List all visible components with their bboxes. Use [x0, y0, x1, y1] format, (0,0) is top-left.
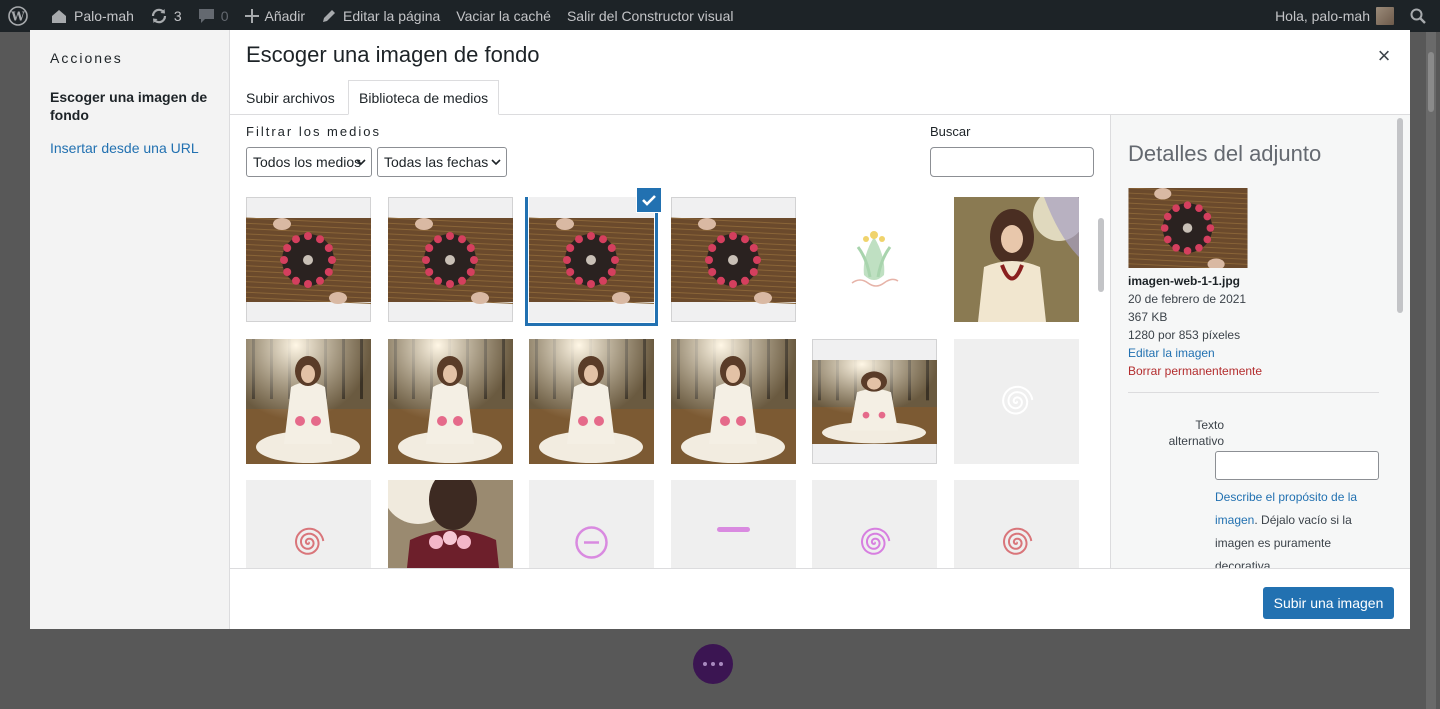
attachment-thumbnail[interactable]	[812, 338, 938, 464]
attachments-grid	[246, 197, 1096, 568]
attachment-thumbnail[interactable]	[670, 480, 796, 568]
attachment-thumbnail[interactable]	[529, 338, 655, 464]
attachment-thumbnail[interactable]	[387, 480, 513, 568]
grid-scrollbar-thumb[interactable]	[1098, 218, 1104, 292]
updates-count: 3	[173, 8, 182, 24]
chevron-down-icon	[491, 159, 501, 166]
filter-label: Filtrar los medios	[246, 124, 381, 139]
wordpress-logo-icon[interactable]: W	[0, 0, 42, 32]
attachment-thumbnail[interactable]	[246, 338, 371, 464]
page-scrollbar-thumb[interactable]	[1428, 52, 1434, 112]
details-scrollbar-thumb[interactable]	[1397, 118, 1403, 313]
dot-icon	[711, 662, 715, 666]
close-icon: ×	[1377, 43, 1391, 68]
exit-builder-link[interactable]: Salir del Constructor visual	[559, 0, 742, 32]
alt-text-help: Describe el propósito de la imagen. Déja…	[1215, 486, 1379, 568]
new-content-link[interactable]: Añadir	[237, 0, 313, 32]
chevron-down-icon	[356, 159, 366, 166]
site-name-link[interactable]: Palo-mah	[42, 0, 142, 32]
grid-scrollbar[interactable]	[1097, 218, 1105, 568]
select-image-button[interactable]: Subir una imagen	[1263, 587, 1394, 619]
attachment-thumbnail[interactable]	[670, 338, 796, 464]
plus-icon	[244, 9, 259, 23]
new-content-label: Añadir	[264, 8, 305, 24]
media-footer: Subir una imagen	[230, 568, 1410, 629]
date-filter-select[interactable]: Todas las fechas	[377, 147, 507, 177]
site-name-label: Palo-mah	[74, 8, 134, 24]
search-icon	[1410, 8, 1426, 24]
menu-title: Acciones	[50, 50, 123, 66]
selected-check-icon[interactable]	[637, 188, 662, 212]
attachment-thumbnail[interactable]	[670, 197, 796, 322]
comments-count: 0	[220, 8, 229, 24]
attachment-thumbnail[interactable]	[954, 480, 1079, 568]
alt-text-label: Texto alternativo	[1168, 418, 1224, 448]
menu-item-insert-from-url[interactable]: Insertar desde una URL	[50, 140, 199, 156]
type-filter-value: Todos los medios	[253, 154, 362, 170]
dot-icon	[703, 662, 707, 666]
attachment-thumbnail[interactable]	[812, 480, 938, 568]
details-scrollbar[interactable]	[1396, 118, 1404, 568]
clear-cache-link[interactable]: Vaciar la caché	[448, 0, 559, 32]
attachment-details: Detalles del adjunto imagen-web-1-1.jpg …	[1110, 115, 1410, 568]
attachment-thumbnail[interactable]	[246, 480, 371, 568]
modal-title: Escoger una imagen de fondo	[246, 42, 540, 67]
close-button[interactable]: ×	[1370, 42, 1398, 70]
details-title: Detalles del adjunto	[1128, 141, 1322, 166]
attachment-thumbnail[interactable]	[387, 338, 513, 464]
attachment-thumbnail[interactable]	[812, 197, 938, 322]
my-account-link[interactable]: Hola, palo-mah	[1267, 0, 1402, 32]
tab-media-library[interactable]: Biblioteca de medios	[348, 80, 500, 115]
refresh-icon	[151, 8, 167, 24]
edit-page-link[interactable]: Editar la página	[313, 0, 448, 32]
menu-item-choose-background[interactable]: Escoger una imagen de fondo	[50, 88, 220, 124]
avatar	[1376, 7, 1394, 25]
greeting-label: Hola, palo-mah	[1275, 8, 1370, 24]
media-toolbar: Filtrar los medios Todos los medios Toda…	[230, 115, 1110, 190]
date-filter-value: Todas las fechas	[384, 154, 489, 170]
edit-page-label: Editar la página	[342, 8, 441, 24]
details-thumbnail	[1128, 188, 1248, 268]
attachment-thumbnail[interactable]	[529, 197, 655, 322]
clear-cache-label: Vaciar la caché	[456, 8, 551, 24]
svg-text:W: W	[10, 10, 25, 24]
attachment-thumbnail[interactable]	[954, 338, 1079, 464]
type-filter-select[interactable]: Todos los medios	[246, 147, 372, 177]
attachment-thumbnail[interactable]	[387, 197, 513, 322]
updates-link[interactable]: 3	[142, 0, 190, 32]
search-label: Buscar	[930, 124, 971, 139]
delete-permanently-link[interactable]: Borrar permanentemente	[1128, 364, 1262, 378]
pencil-icon	[322, 10, 335, 22]
media-modal: Acciones Escoger una imagen de fondo Ins…	[30, 30, 1410, 629]
edit-image-link[interactable]: Editar la imagen	[1128, 346, 1215, 360]
more-options-button[interactable]	[693, 644, 733, 684]
alt-text-input[interactable]	[1215, 451, 1379, 480]
attachment-thumbnail[interactable]	[529, 480, 655, 568]
exit-builder-label: Salir del Constructor visual	[566, 8, 734, 24]
search-input[interactable]	[930, 147, 1094, 177]
comments-link[interactable]: 0	[190, 0, 237, 32]
attachment-thumbnail[interactable]	[954, 197, 1079, 322]
details-filename: imagen-web-1-1.jpg	[1128, 274, 1241, 288]
comment-icon	[198, 9, 214, 23]
attachment-thumbnail[interactable]	[246, 197, 371, 322]
details-size: 367 KB	[1128, 310, 1168, 324]
search-button[interactable]	[1402, 0, 1440, 32]
details-divider	[1128, 392, 1379, 393]
details-date: 20 de febrero de 2021	[1128, 292, 1247, 306]
page-scrollbar[interactable]	[1426, 32, 1436, 709]
admin-bar: W Palo-mah 3 0 Añadir Editar la página V…	[0, 0, 1440, 32]
router-tabs: Subir archivos Biblioteca de medios	[230, 80, 1410, 115]
home-icon	[52, 10, 66, 23]
media-menu: Acciones Escoger una imagen de fondo Ins…	[30, 30, 230, 629]
dot-icon	[719, 662, 723, 666]
tab-upload-files[interactable]: Subir archivos	[236, 80, 345, 115]
details-dimensions: 1280 por 853 píxeles	[1128, 328, 1241, 342]
